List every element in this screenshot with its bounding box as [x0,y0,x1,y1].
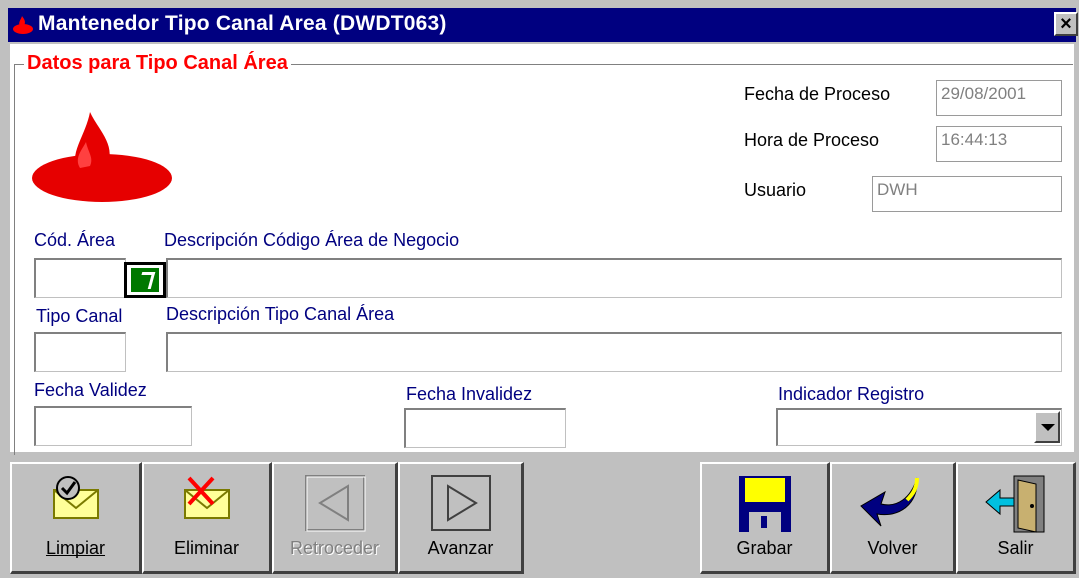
desc-tipo-label: Descripción Tipo Canal Área [166,304,395,324]
group-legend: Datos para Tipo Canal Área [24,52,291,75]
lookup-check-icon [131,268,159,292]
limpiar-button[interactable]: Limpiar [10,462,142,574]
fecha-proceso-label: Fecha de Proceso [744,84,891,104]
volver-label: Volver [867,538,918,558]
arrow-right-icon [430,475,491,531]
chevron-down-icon[interactable] [1034,411,1060,443]
envelope-check-icon [52,476,99,519]
fecha-proceso-field: 29/08/2001 [936,80,1062,116]
usuario-field: DWH [872,176,1062,212]
avanzar-label: Avanzar [427,538,494,558]
floppy-disk-icon [738,476,791,532]
avanzar-button[interactable]: Avanzar [398,462,524,574]
envelope-cross-icon [183,476,230,519]
usuario-label: Usuario [744,180,807,200]
hora-proceso-field: 16:44:13 [936,126,1062,162]
title-bar: Mantenedor Tipo Canal Area (DWDT063) × [8,8,1078,42]
eliminar-label: Eliminar [173,538,239,558]
close-button[interactable]: × [1054,12,1078,36]
grabar-button[interactable]: Grabar [700,462,830,574]
salir-button[interactable]: Salir [956,462,1076,574]
desc-tipo-input[interactable] [166,332,1062,372]
fecha-validez-input[interactable] [34,406,192,446]
retroceder-button[interactable]: Retroceder [272,462,398,574]
indicador-registro-label: Indicador Registro [778,384,925,404]
tipo-canal-label: Tipo Canal [36,306,123,326]
cod-area-input[interactable] [34,258,126,298]
close-icon: × [1060,13,1072,35]
indicador-registro-select[interactable] [776,408,1062,446]
santander-flame-icon [13,16,33,34]
eliminar-button[interactable]: Eliminar [142,462,272,574]
desc-area-input[interactable] [166,258,1062,298]
fecha-invalidez-label: Fecha Invalidez [406,384,533,404]
exit-door-icon [984,475,1044,533]
salir-label: Salir [997,538,1034,558]
limpiar-label: Limpiar [45,538,106,558]
arrow-left-icon [304,475,365,532]
grabar-label: Grabar [736,538,793,558]
curved-arrow-back-icon [859,477,919,527]
santander-logo [32,112,172,202]
tipo-canal-input[interactable] [34,332,126,372]
fecha-validez-label: Fecha Validez [34,380,147,400]
hora-proceso-label: Hora de Proceso [744,130,880,150]
fecha-invalidez-input[interactable] [404,408,566,448]
volver-button[interactable]: Volver [830,462,956,574]
window-title: Mantenedor Tipo Canal Area (DWDT063) [38,12,447,35]
cod-area-label: Cód. Área [34,230,116,250]
app-window: Mantenedor Tipo Canal Area (DWDT063) × D… [0,0,1079,578]
lookup-button[interactable] [124,262,166,298]
retroceder-label: Retroceder [289,538,380,558]
desc-area-label: Descripción Código Área de Negocio [164,230,460,250]
